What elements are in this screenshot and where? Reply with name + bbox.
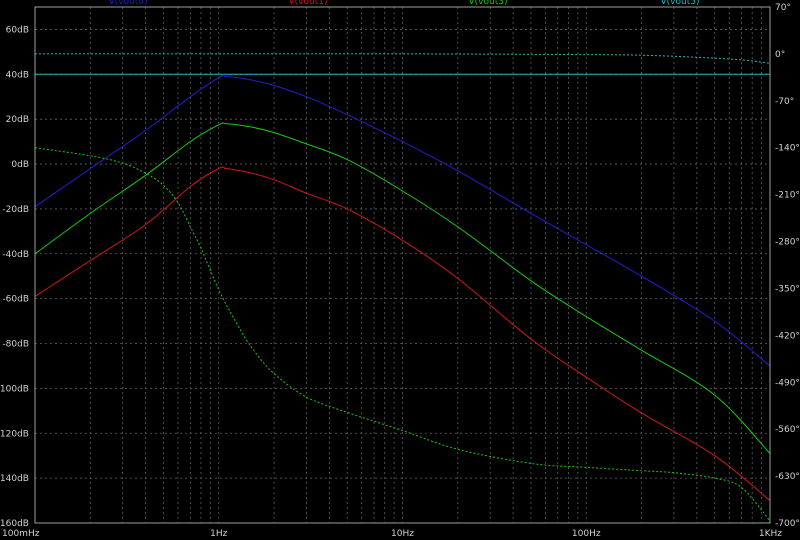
y-left-tick-label: -100dB bbox=[0, 384, 29, 394]
y-left-tick-label: 0dB bbox=[11, 160, 29, 170]
x-tick-label: 1Hz bbox=[210, 529, 227, 539]
y-left-tick-label: -60dB bbox=[2, 295, 29, 305]
y-left-tick-label: -120dB bbox=[0, 429, 29, 439]
x-tick-label: 100Hz bbox=[572, 529, 601, 539]
y-left-tick-label: -80dB bbox=[2, 340, 29, 350]
y-right-tick-label: -700° bbox=[775, 519, 800, 529]
y-right-tick-label: -420° bbox=[775, 331, 800, 341]
y-left-tick-label: 40dB bbox=[6, 70, 29, 80]
y-right-tick-label: -630° bbox=[775, 472, 800, 482]
y-right-tick-label: 0° bbox=[775, 50, 785, 60]
plot-frame bbox=[34, 6, 771, 524]
y-right-tick-label: -350° bbox=[775, 284, 800, 294]
y-right-tick-label: -280° bbox=[775, 238, 800, 248]
y-left-tick-label: -140dB bbox=[0, 474, 29, 484]
legend-entry: V(vout5) bbox=[661, 0, 700, 7]
y-left-tick-label: 60dB bbox=[6, 25, 29, 35]
y-right-tick-label: 70° bbox=[775, 3, 791, 13]
y-right-tick-label: -560° bbox=[775, 425, 800, 435]
y-left-tick-label: -160dB bbox=[0, 519, 29, 529]
legend: V(vout0) V(vout1) V(vout3) V(vout5) bbox=[109, 0, 700, 7]
y-right-tick-label: -140° bbox=[775, 144, 800, 154]
y-right-tick-label: -490° bbox=[775, 378, 800, 388]
y-left-tick-label: -40dB bbox=[2, 250, 29, 260]
legend-entry: V(vout0) bbox=[109, 0, 148, 7]
y-left-tick-label: -20dB bbox=[2, 205, 29, 215]
legend-entry: V(vout3) bbox=[469, 0, 508, 7]
grid bbox=[35, 7, 770, 523]
x-tick-label: 100mHz bbox=[2, 529, 40, 539]
tick-labels: 60dB 40dB 20dB 0dB -20dB -40dB -60dB -80dB -100d… bbox=[0, 3, 800, 539]
x-tick-label: 10Hz bbox=[391, 529, 414, 539]
y-right-tick-label: -210° bbox=[775, 191, 800, 201]
y-left-tick-label: 20dB bbox=[6, 115, 29, 125]
legend-entry: V(vout1) bbox=[289, 0, 328, 7]
x-tick-label: 1KHz bbox=[759, 529, 782, 539]
bode-plot: 60dB 40dB 20dB 0dB -20dB -40dB -60dB -80dB -100d… bbox=[0, 0, 800, 539]
y-right-tick-label: -70° bbox=[775, 97, 794, 107]
